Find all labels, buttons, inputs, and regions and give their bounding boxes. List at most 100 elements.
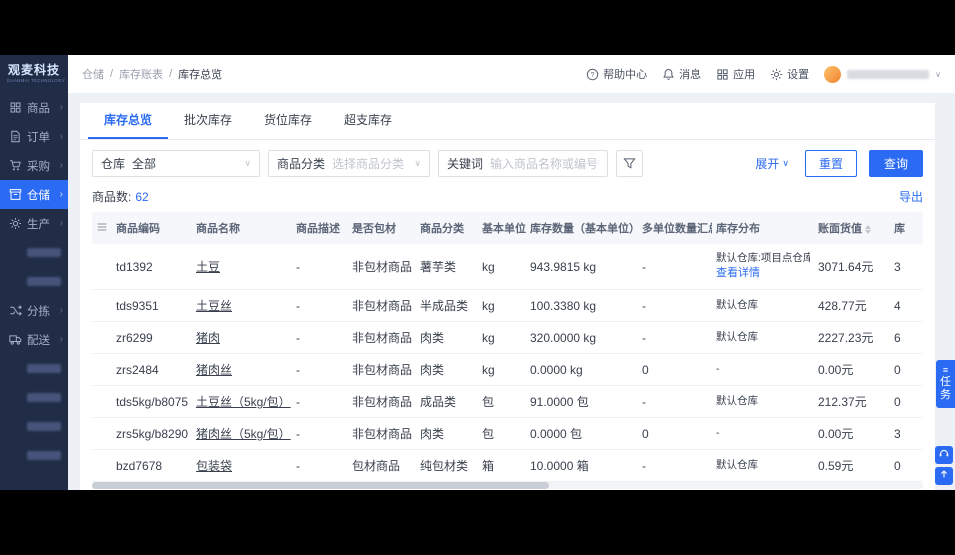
distribution-text: 默认仓库 xyxy=(716,459,758,472)
menu-icon: ≡ xyxy=(942,365,949,375)
cell-product-code: zrs5kg/b8290 xyxy=(112,417,192,451)
cell-book-value: 428.77元 xyxy=(814,289,890,323)
cell-clipped-column: 0 xyxy=(890,353,923,387)
distribution-text: 默认仓库 xyxy=(716,395,758,408)
cell-packing: 非包材商品 xyxy=(348,353,416,387)
product-name-link[interactable]: 猪肉丝（5kg/包） xyxy=(196,427,291,441)
cell-description: - xyxy=(292,385,348,419)
warehouse-select[interactable]: 仓库 全部 ∨ xyxy=(92,150,260,177)
filter-funnel-button[interactable] xyxy=(616,150,643,177)
redacted-label xyxy=(27,248,61,257)
sidebar-item-订单[interactable]: 订单 › xyxy=(0,122,68,151)
brand-name: 观麦科技 xyxy=(7,63,60,77)
chevron-down-icon: ∨ xyxy=(244,158,251,168)
table-row[interactable]: zrs2484 猪肉丝 - 非包材商品 肉类 kg 0.0000 kg 0-0.00元 0 xyxy=(92,353,923,387)
export-link[interactable]: 导出 xyxy=(899,188,923,205)
floating-service-button[interactable] xyxy=(935,446,953,464)
category-placeholder: 选择商品分类 xyxy=(332,157,405,171)
sidebar-item-redacted[interactable] xyxy=(0,383,68,412)
sidebar-item-生产[interactable]: 生产 › xyxy=(0,209,68,238)
cell-base-unit: kg xyxy=(478,353,526,387)
bell-icon xyxy=(662,68,675,81)
messages-button[interactable]: 消息 xyxy=(662,66,701,82)
tab-超支库存[interactable]: 超支库存 xyxy=(328,103,408,139)
category-select[interactable]: 商品分类 选择商品分类 ∨ xyxy=(268,150,430,177)
sort-icon[interactable] xyxy=(865,224,871,234)
table-row[interactable]: zrs5kg/b8290 猪肉丝（5kg/包） - 非包材商品 肉类包 0.0000 包0… xyxy=(92,417,923,451)
product-name-link[interactable]: 土豆 xyxy=(196,260,220,274)
sidebar-item-redacted[interactable] xyxy=(0,267,68,296)
sidebar-item-分拣[interactable]: 分拣 › xyxy=(0,296,68,325)
messages-label: 消息 xyxy=(679,69,702,81)
floating-buttons xyxy=(935,446,953,485)
product-name-link[interactable]: 猪肉丝 xyxy=(196,363,232,377)
chevron-right-icon: › xyxy=(59,305,63,316)
search-button[interactable]: 查询 xyxy=(868,150,923,177)
cell-clipped-column: 6 xyxy=(890,321,923,355)
cell-quantity: 320.0000 kg xyxy=(526,321,638,355)
sidebar-item-redacted[interactable] xyxy=(0,441,68,470)
scrollbar-thumb[interactable] xyxy=(92,482,550,489)
sidebar-item-redacted[interactable] xyxy=(0,412,68,441)
sidebar-item-label: 生产 xyxy=(27,218,50,231)
sidebar-item-label: 订单 xyxy=(27,131,50,144)
expand-filters-link[interactable]: 展开 ∨ xyxy=(755,155,789,172)
sidebar: 观麦科技 GUANMAI TECHNOLOGY 商品 › 订单 › 采购 › 仓储 › 生产 › 分… xyxy=(0,55,68,490)
help-center-button[interactable]: ? 帮助中心 xyxy=(586,66,647,82)
breadcrumb-item[interactable]: 库存总览 xyxy=(178,66,222,82)
avatar xyxy=(824,65,842,83)
horizontal-scrollbar[interactable] xyxy=(92,482,923,489)
chevron-right-icon: › xyxy=(59,189,63,200)
cell-category: 肉类 xyxy=(416,353,478,387)
sidebar-item-采购[interactable]: 采购 › xyxy=(0,151,68,180)
column-label: 商品编码 xyxy=(116,223,160,235)
view-details-link[interactable]: 查看详情 xyxy=(716,266,810,282)
sidebar-item-配送[interactable]: 配送 › xyxy=(0,325,68,354)
tab-库存总览[interactable]: 库存总览 xyxy=(88,103,169,139)
cell-product-name: 土豆丝（5kg/包） xyxy=(192,385,292,419)
sidebar-item-仓储[interactable]: 仓储 › xyxy=(0,180,68,209)
task-panel-tab[interactable]: ≡ 任务 xyxy=(936,360,955,408)
inventory-table: 商品编码 商品名称 商品描述 是否包材 商品分类 基本单位 库存数量（基本单位） 多单位数量汇… xyxy=(92,212,923,490)
warehouse-label: 仓库 xyxy=(101,157,126,171)
cell-category: 肉类 xyxy=(416,417,478,451)
apps-button[interactable]: 应用 xyxy=(716,66,755,82)
column-settings-header[interactable] xyxy=(92,212,112,244)
table-row[interactable]: tds5kg/b8075 土豆丝（5kg/包） - 非包材商品 成品类包 91.0000 … xyxy=(92,385,923,419)
product-name-link[interactable]: 土豆丝（5kg/包） xyxy=(196,395,291,409)
cell-description: - xyxy=(292,449,348,483)
sidebar-item-redacted[interactable] xyxy=(0,238,68,267)
sidebar-item-商品[interactable]: 商品 › xyxy=(0,93,68,122)
product-name-link[interactable]: 包装袋 xyxy=(196,459,232,473)
sidebar-item-redacted[interactable] xyxy=(0,354,68,383)
chevron-right-icon: › xyxy=(59,334,63,345)
cell-base-unit: 箱 xyxy=(478,449,526,483)
column-header-多单位数量汇总: 多单位数量汇总 xyxy=(638,212,712,244)
table-row[interactable]: zr6299 猪肉 - 非包材商品 肉类 kg 320.0000 kg - 默认仓库 2227.2… xyxy=(92,321,923,355)
keyword-input[interactable] xyxy=(490,156,599,171)
tab-货位库存[interactable]: 货位库存 xyxy=(248,103,328,139)
reset-button[interactable]: 重置 xyxy=(804,150,857,177)
breadcrumb-item[interactable]: 仓储 xyxy=(82,66,104,82)
redacted-label xyxy=(27,422,61,431)
brand-logo[interactable]: 观麦科技 GUANMAI TECHNOLOGY xyxy=(0,55,68,89)
column-label: 库 xyxy=(894,223,905,235)
breadcrumb-item[interactable]: 库存账表 xyxy=(119,66,163,82)
cell-clipped-column: 3 xyxy=(890,417,923,451)
cell-base-unit: 包 xyxy=(478,385,526,419)
settings-button[interactable]: 设置 xyxy=(770,66,809,82)
cell-base-unit: 包 xyxy=(478,417,526,451)
product-name-link[interactable]: 土豆丝 xyxy=(196,299,232,313)
cell-packing: 非包材商品 xyxy=(348,385,416,419)
product-name-link[interactable]: 猪肉 xyxy=(196,331,220,345)
user-menu[interactable]: ∨ xyxy=(824,65,941,83)
column-label: 基本单位 xyxy=(482,223,526,235)
tab-批次库存[interactable]: 批次库存 xyxy=(168,103,248,139)
column-header-账面货值[interactable]: 账面货值 xyxy=(814,212,890,244)
table-row[interactable]: td1392 土豆 - 非包材商品 薯芋类 kg 943.9815 kg - 默认仓库:项目点仓… xyxy=(92,244,923,291)
headset-icon xyxy=(938,446,950,464)
floating-top-button[interactable] xyxy=(935,467,953,485)
table-row[interactable]: tds9351 土豆丝 - 非包材商品 半成品类 kg 100.3380 kg - 默认仓库 42… xyxy=(92,289,923,323)
table-row[interactable]: bzd7678 包装袋 - 包材商品 纯包材类箱 10.0000 箱 - 默认仓库 0.59元 0 xyxy=(92,449,923,483)
breadcrumb: 仓储 / 库存账表 / 库存总览 xyxy=(82,66,222,82)
